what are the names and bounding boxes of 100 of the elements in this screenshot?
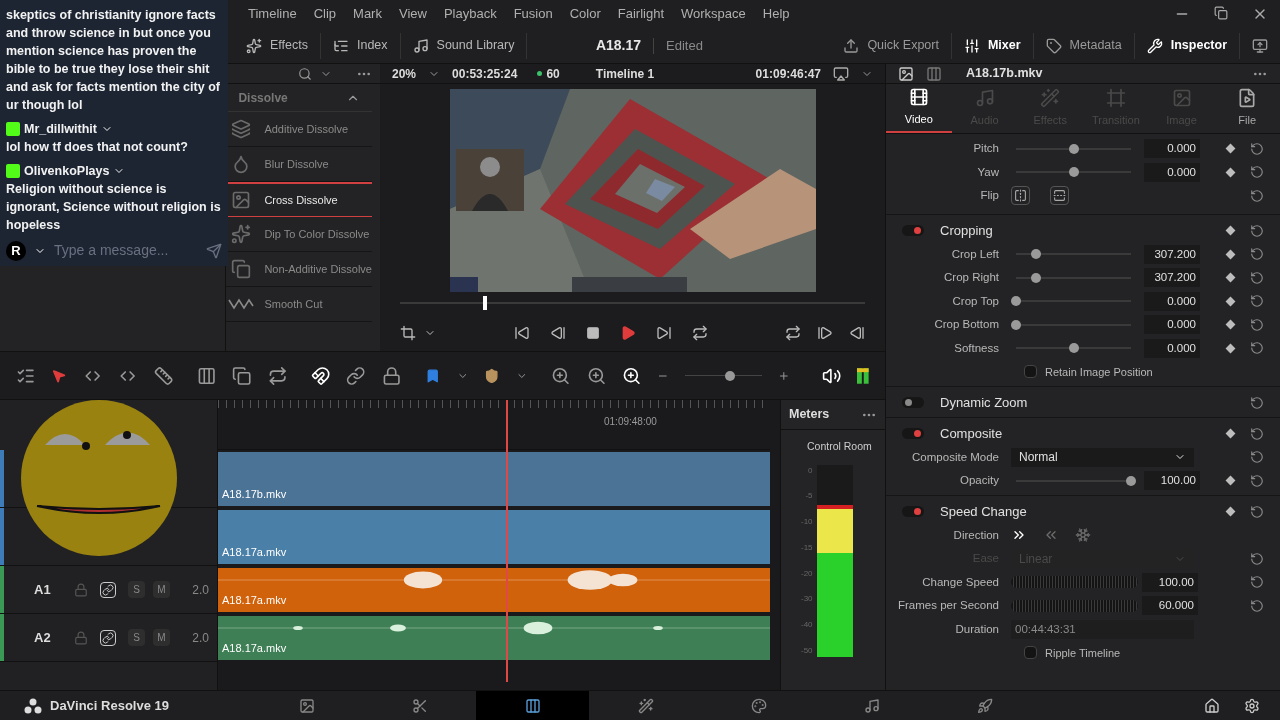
duration-field[interactable]: 00:44:43:31 (1011, 619, 1194, 639)
value-field[interactable]: 0.000 (1144, 291, 1200, 311)
stop-icon[interactable] (585, 325, 600, 340)
menu-item[interactable]: View (398, 4, 427, 24)
toolbar-button[interactable]: Index (321, 32, 401, 59)
image-icon[interactable] (898, 65, 914, 82)
timeline-clip[interactable]: A18.17a.mkv (218, 510, 770, 564)
skip-back-icon[interactable] (513, 324, 530, 341)
send-icon[interactable] (206, 242, 222, 259)
settings-icon[interactable] (1244, 697, 1260, 714)
keyframe-icon[interactable] (1225, 296, 1235, 307)
menu-item[interactable]: Clip (313, 4, 337, 24)
slider-thumb[interactable] (1011, 319, 1021, 330)
timeline-name[interactable]: Timeline 1 (595, 64, 655, 83)
section-toggle[interactable] (902, 428, 924, 439)
reset-icon[interactable] (1250, 294, 1264, 309)
menu-item[interactable]: Help (762, 4, 790, 24)
link-icon[interactable] (346, 365, 366, 386)
transition-item[interactable]: Smooth Cut (226, 287, 372, 322)
reset-icon[interactable] (1250, 317, 1264, 332)
link-icon[interactable] (100, 629, 116, 646)
display-icon[interactable] (833, 65, 849, 82)
reset-icon[interactable] (1250, 575, 1264, 590)
mute-button[interactable]: M (153, 629, 170, 646)
menu-item[interactable]: Fusion (513, 4, 553, 24)
menu-item[interactable]: Fairlight (617, 4, 664, 24)
search-icon[interactable] (298, 66, 312, 81)
reset-icon[interactable] (1250, 247, 1264, 262)
reset-icon[interactable] (1250, 473, 1264, 488)
section-title[interactable]: Dynamic Zoom (940, 392, 1028, 413)
reset-icon[interactable] (1250, 223, 1264, 238)
slider-thumb[interactable] (1030, 249, 1041, 260)
menu-item[interactable]: Timeline (248, 4, 297, 24)
keyframe-icon[interactable] (1225, 319, 1235, 330)
loop-icon[interactable] (691, 324, 708, 341)
reset-icon[interactable] (1250, 270, 1264, 285)
menu-item[interactable]: Workspace (681, 4, 746, 24)
reset-icon[interactable] (1250, 551, 1264, 566)
mute-button[interactable]: M (153, 581, 170, 598)
freeze-icon[interactable] (1075, 527, 1091, 544)
timeline-clip[interactable]: A18.17a.mkv (218, 616, 770, 660)
menu-item[interactable]: Playback (443, 4, 497, 24)
inspector-tab[interactable]: File (1214, 84, 1280, 133)
skip-forward-icon[interactable] (655, 324, 672, 341)
value-field[interactable]: 100.00 (1144, 471, 1200, 491)
zoom-detail-icon[interactable] (586, 365, 606, 386)
checkbox[interactable] (1024, 365, 1037, 379)
dropdown[interactable]: Normal (1011, 447, 1194, 467)
checkbox[interactable] (1024, 646, 1037, 660)
reset-icon[interactable] (1250, 188, 1264, 203)
monitor-icon[interactable] (1252, 37, 1268, 54)
pointer-icon[interactable] (51, 367, 67, 384)
layout-icon[interactable] (926, 65, 942, 82)
timeline-clip[interactable]: A18.17a.mkv (218, 568, 770, 612)
slider-thumb[interactable] (1068, 143, 1079, 154)
value-field[interactable]: 307.200 (1144, 268, 1200, 288)
section-title[interactable]: Cropping (940, 220, 993, 241)
keyframe-icon[interactable] (1225, 343, 1235, 354)
slider-thumb[interactable] (1011, 296, 1021, 307)
link-icon[interactable] (100, 581, 116, 598)
reset-icon[interactable] (1250, 598, 1264, 613)
slider-thumb[interactable] (1068, 343, 1079, 354)
keyframe-icon[interactable] (1225, 428, 1236, 439)
next-edit-icon[interactable] (817, 324, 833, 341)
reset-icon[interactable] (1250, 395, 1264, 410)
value-field[interactable]: 0.000 (1144, 338, 1200, 358)
section-toggle[interactable] (902, 397, 924, 408)
ruler-icon[interactable] (153, 365, 173, 386)
toolbar-button[interactable]: Mixer (951, 32, 1034, 59)
step-back-icon[interactable] (549, 324, 566, 341)
toolbar-button[interactable]: Inspector (1134, 32, 1240, 59)
zoom-full-icon[interactable] (551, 365, 571, 386)
zoom-in-icon[interactable] (778, 369, 790, 382)
value-field[interactable]: 0.000 (1144, 139, 1200, 159)
restore-icon[interactable] (1214, 6, 1228, 20)
solo-button[interactable]: S (128, 581, 145, 598)
section-title[interactable]: Composite (940, 423, 1003, 444)
section-title[interactable]: Speed Change (940, 501, 1027, 522)
keyframe-icon[interactable] (1225, 506, 1236, 517)
toolbar-button[interactable]: Sound Library (400, 32, 528, 59)
reset-icon[interactable] (1250, 165, 1264, 180)
home-icon[interactable] (1204, 697, 1220, 714)
reset-icon[interactable] (1250, 426, 1264, 441)
slider-thumb[interactable] (1068, 167, 1079, 178)
slider-thumb[interactable] (1126, 475, 1136, 486)
previous-edit-icon[interactable] (849, 324, 865, 341)
section-toggle[interactable] (902, 225, 924, 236)
menu-item[interactable]: Mark (353, 4, 382, 24)
playhead-handle[interactable] (482, 296, 487, 310)
zoom-slider-thumb[interactable] (725, 370, 736, 381)
value-field[interactable]: 307.200 (1144, 244, 1200, 264)
value-field[interactable]: 0.000 (1144, 162, 1200, 182)
reset-icon[interactable] (1250, 341, 1264, 356)
slider-thumb[interactable] (1030, 272, 1041, 283)
flip-horizontal-icon[interactable] (1011, 186, 1030, 206)
inspector-tab[interactable]: Video (886, 84, 952, 133)
solo-button[interactable]: S (128, 629, 145, 646)
value-field[interactable]: 60.000 (1142, 596, 1198, 616)
crop-icon[interactable] (400, 324, 416, 341)
flip-vertical-icon[interactable] (1050, 186, 1069, 206)
